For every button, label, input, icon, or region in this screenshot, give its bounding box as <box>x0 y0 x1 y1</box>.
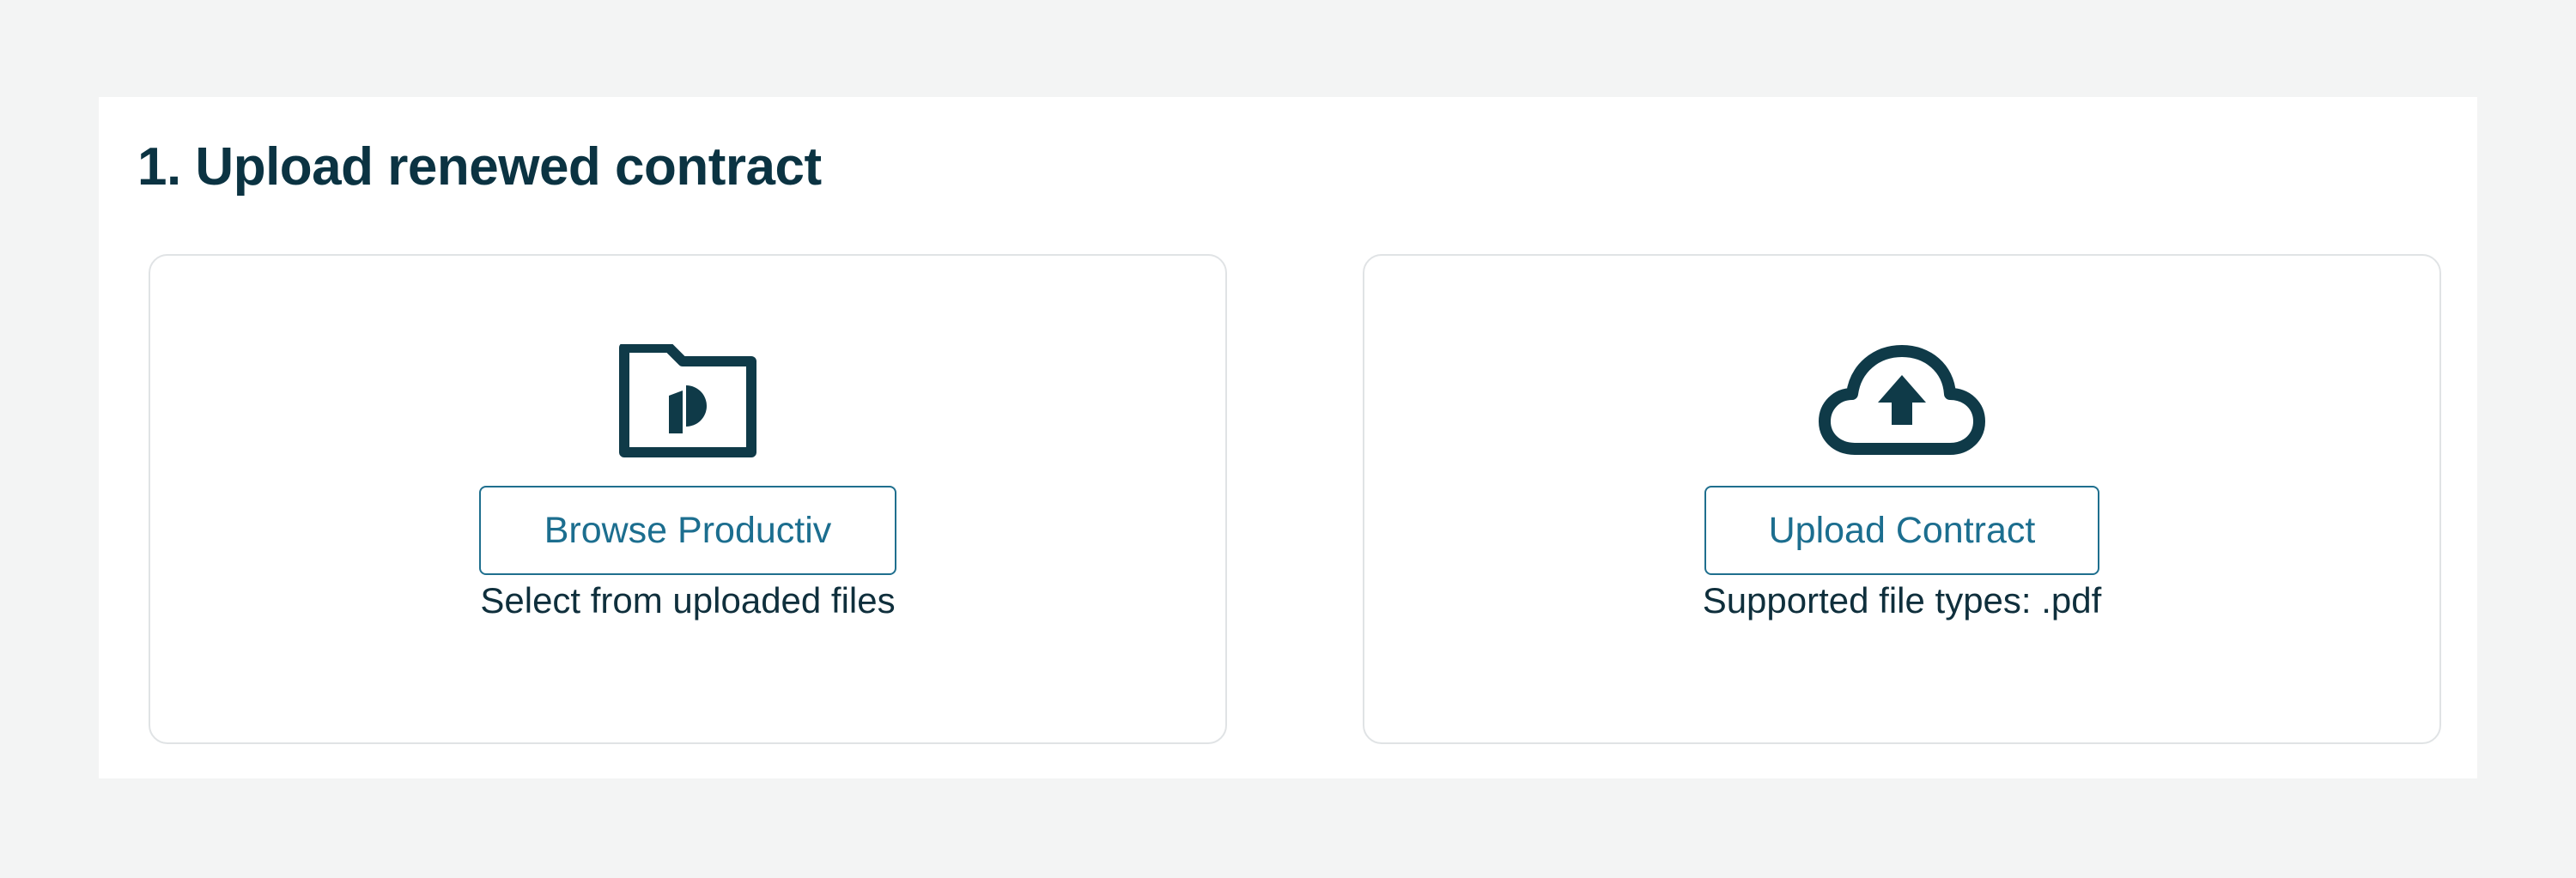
upload-caption: Supported file types: .pdf <box>1702 580 2102 621</box>
productiv-folder-icon <box>619 344 756 457</box>
browse-productiv-button[interactable]: Browse Productiv <box>479 486 896 575</box>
browse-productiv-card: Browse Productiv Select from uploaded fi… <box>149 254 1227 744</box>
section-title: 1. Upload renewed contract <box>137 137 822 197</box>
upload-contract-button[interactable]: Upload Contract <box>1704 486 2099 575</box>
browse-caption: Select from uploaded files <box>480 580 896 621</box>
upload-contract-card: Upload Contract Supported file types: .p… <box>1363 254 2441 744</box>
upload-contract-section: 1. Upload renewed contract Browse Produc… <box>99 97 2477 778</box>
cloud-upload-icon <box>1819 345 1985 455</box>
